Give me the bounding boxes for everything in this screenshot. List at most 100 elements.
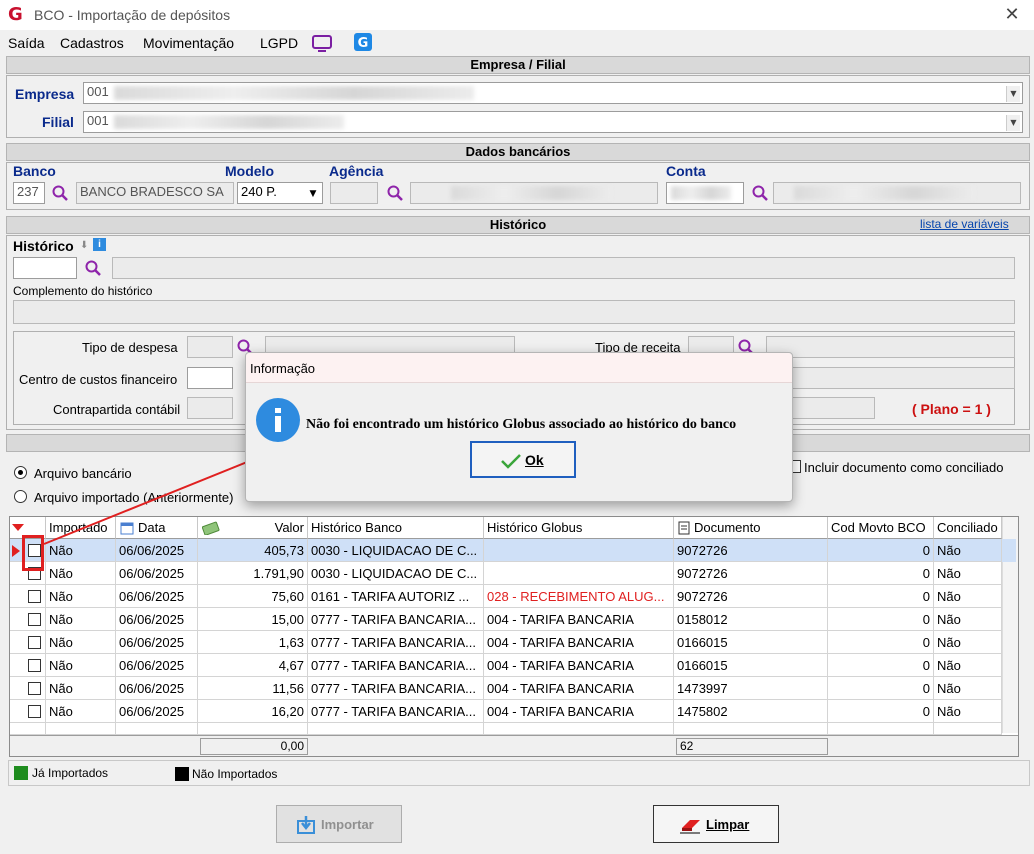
row-checkbox[interactable] — [28, 590, 41, 603]
money-icon — [202, 521, 220, 535]
empty-cell — [674, 723, 828, 735]
cell-cod: 0 — [828, 585, 934, 608]
limpar-button[interactable]: Limpar — [653, 805, 779, 843]
table-row[interactable]: Não 06/06/2025 15,00 0777 - TARIFA BANCARIA… — [10, 608, 1016, 631]
grid-header-historico-globus[interactable]: Histórico Globus — [484, 517, 674, 539]
grid-header-cod-movto[interactable]: Cod Movto BCO — [828, 517, 934, 539]
tipo-despesa-code-field[interactable] — [187, 336, 233, 358]
table-row[interactable]: Não 06/06/2025 11,56 0777 - TARIFA BANCARIA… — [10, 677, 1016, 700]
filial-select[interactable]: 001 ▼ — [83, 111, 1023, 133]
cell-documento: 0158012 — [674, 608, 828, 631]
search-icon[interactable] — [52, 185, 68, 201]
cell-valor: 15,00 — [198, 608, 308, 631]
grid-header-data[interactable]: Data — [116, 517, 198, 539]
centro-custos-code-field[interactable] — [187, 367, 233, 389]
chevron-down-icon: ▼ — [1006, 115, 1020, 131]
historico-code-field[interactable] — [13, 257, 77, 279]
cell-hist-globus: 004 - TARIFA BANCARIA — [484, 700, 674, 723]
menu-movimentacao[interactable]: Movimentação — [143, 35, 234, 51]
grid-header-historico-banco[interactable]: Histórico Banco — [308, 517, 484, 539]
cell-data: 06/06/2025 — [116, 608, 198, 631]
ok-button[interactable]: Ok — [470, 441, 576, 478]
total-valor: 0,00 — [200, 738, 308, 755]
empty-cell — [828, 723, 934, 735]
cell-cod: 0 — [828, 608, 934, 631]
modelo-select[interactable]: 240 P. ▼ — [237, 182, 323, 204]
arrow-down-icon: ⬇ — [80, 240, 89, 251]
row-checkbox[interactable] — [28, 659, 41, 672]
dialog-message: Não foi encontrado um histórico Globus a… — [306, 417, 737, 432]
table-row[interactable]: Não 06/06/2025 405,73 0030 - LIQUIDACAO DE … — [10, 539, 1016, 562]
arquivo-bancario-label: Arquivo bancário — [34, 466, 132, 481]
lista-variaveis-link[interactable]: lista de variáveis — [920, 217, 1009, 231]
agencia-code-field[interactable] — [330, 182, 378, 204]
highlight-box — [22, 535, 44, 571]
limpar-label: Limpar — [706, 817, 750, 832]
cell-documento: 9072726 — [674, 562, 828, 585]
grid-footer: 0,00 62 — [10, 735, 1018, 756]
deposits-grid: Importado Data Valor Histórico Banco His… — [9, 516, 1019, 757]
cell-hist-globus — [484, 539, 674, 562]
cell-valor: 16,20 — [198, 700, 308, 723]
check-icon — [501, 454, 521, 469]
sort-down-icon[interactable] — [12, 522, 24, 534]
row-indicator-cell — [10, 585, 46, 608]
total-documento: 62 — [676, 738, 828, 755]
table-row[interactable]: Não 06/06/2025 1.791,90 0030 - LIQUIDACAO D… — [10, 562, 1016, 585]
cell-importado: Não — [46, 654, 116, 677]
cell-documento: 1473997 — [674, 677, 828, 700]
close-icon[interactable]: ✕ — [1000, 4, 1024, 26]
row-indicator-cell — [10, 608, 46, 631]
empty-cell — [10, 723, 46, 735]
conta-code-field[interactable] — [666, 182, 744, 204]
modelo-label: Modelo — [225, 163, 274, 179]
tipo-receita-name-field — [766, 336, 1015, 358]
banco-code-field[interactable]: 237 — [13, 182, 45, 204]
cell-data: 06/06/2025 — [116, 700, 198, 723]
table-row[interactable]: Não 06/06/2025 1,63 0777 - TARIFA BANCARIA.… — [10, 631, 1016, 654]
legend-importados-swatch — [14, 766, 28, 780]
arquivo-bancario-radio[interactable] — [14, 466, 27, 479]
grid-header-conciliado[interactable]: Conciliado — [934, 517, 1002, 539]
info-icon[interactable]: i — [93, 238, 106, 251]
table-row[interactable]: Não 06/06/2025 16,20 0777 - TARIFA BANCARIA… — [10, 700, 1016, 723]
empresa-select[interactable]: 001 ▼ — [83, 82, 1023, 104]
empresa-value: 001 — [87, 84, 109, 99]
agencia-name-field — [410, 182, 658, 204]
table-row[interactable]: Não 06/06/2025 4,67 0777 - TARIFA BANCARIA.… — [10, 654, 1016, 677]
cell-cod: 0 — [828, 700, 934, 723]
plano-label: ( Plano = 1 ) — [912, 401, 991, 417]
globus-icon[interactable]: G — [354, 33, 372, 51]
table-row[interactable]: Não 06/06/2025 75,60 0161 - TARIFA AUTORIZ … — [10, 585, 1016, 608]
import-icon — [297, 816, 315, 834]
row-checkbox[interactable] — [28, 636, 41, 649]
legend-nao-importados-label: Não Importados — [192, 767, 278, 781]
menu-cadastros[interactable]: Cadastros — [60, 35, 124, 51]
menu-saida[interactable]: Saída — [8, 35, 45, 51]
monitor-icon[interactable] — [312, 34, 332, 52]
search-icon[interactable] — [85, 260, 101, 276]
row-indicator-cell — [10, 677, 46, 700]
dados-bancarios-title: Dados bancários — [6, 143, 1030, 161]
search-icon[interactable] — [752, 185, 768, 201]
importar-button[interactable]: Importar — [276, 805, 402, 843]
cell-conciliado: Não — [934, 608, 1002, 631]
cell-data: 06/06/2025 — [116, 585, 198, 608]
grid-header-documento[interactable]: Documento — [674, 517, 828, 539]
arquivo-importado-radio[interactable] — [14, 490, 27, 503]
cell-valor: 75,60 — [198, 585, 308, 608]
contrapartida-code-field[interactable] — [187, 397, 233, 419]
row-checkbox[interactable] — [28, 613, 41, 626]
complemento-field[interactable] — [13, 300, 1015, 324]
row-pointer-icon — [12, 545, 20, 557]
search-icon[interactable] — [387, 185, 403, 201]
banco-label: Banco — [13, 163, 56, 179]
row-checkbox[interactable] — [28, 682, 41, 695]
row-checkbox[interactable] — [28, 705, 41, 718]
grid-header-importado[interactable]: Importado — [46, 517, 116, 539]
grid-header-valor[interactable]: Valor — [198, 517, 308, 539]
legend-nao-importados-swatch — [175, 767, 189, 781]
empty-cell — [308, 723, 484, 735]
menu-lgpd[interactable]: LGPD — [260, 35, 298, 51]
cell-valor: 11,56 — [198, 677, 308, 700]
